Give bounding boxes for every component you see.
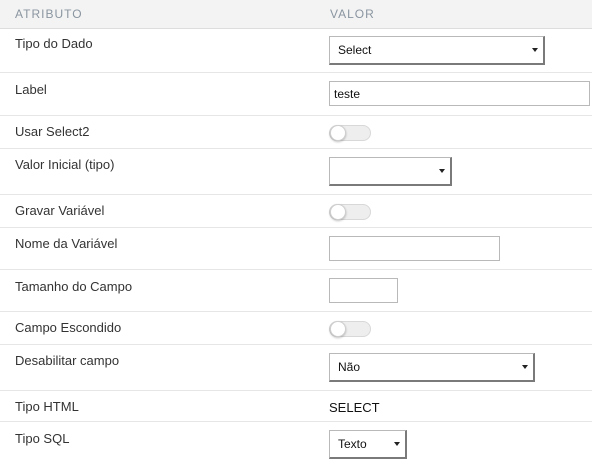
row-label: Usar Select2 [15, 124, 90, 139]
row-label: Tipo SQL [15, 431, 70, 446]
row-tamanho-campo: Tamanho do Campo [0, 270, 592, 312]
row-label: Tipo HTML [15, 399, 79, 414]
row-usar-select2: Usar Select2 [0, 116, 592, 149]
tamanho-campo-input[interactable] [329, 278, 398, 303]
campo-escondido-toggle[interactable] [329, 321, 371, 337]
chevron-down-icon [532, 48, 538, 52]
row-label: Valor Inicial (tipo) [15, 157, 115, 172]
row-tipo-sql: Tipo SQL Texto [0, 422, 592, 466]
usar-select2-toggle[interactable] [329, 125, 371, 141]
row-tipo-do-dado: Tipo do Dado Select [0, 29, 592, 73]
input-value: teste [334, 86, 361, 101]
row-desabilitar-campo: Desabilitar campo Não [0, 345, 592, 391]
row-nome-variavel: Nome da Variável [0, 228, 592, 270]
chevron-down-icon [439, 169, 445, 173]
toggle-knob [330, 204, 346, 220]
chevron-down-icon [522, 365, 528, 369]
nome-variavel-input[interactable] [329, 236, 500, 261]
desabilitar-campo-select[interactable]: Não [329, 353, 535, 382]
header-value: VALOR [330, 7, 375, 21]
tipo-html-value: SELECT [329, 400, 380, 415]
row-label: Campo Escondido [15, 320, 122, 335]
row-gravar-variavel: Gravar Variável [0, 195, 592, 228]
select-value: Texto [338, 437, 367, 451]
attributes-table: ATRIBUTO VALOR Tipo do Dado Select Label… [0, 0, 592, 466]
valor-inicial-select[interactable] [329, 157, 452, 186]
table-header: ATRIBUTO VALOR [0, 0, 592, 29]
row-label-field: Label teste [0, 73, 592, 116]
tipo-do-dado-select[interactable]: Select [329, 36, 545, 65]
row-valor-inicial: Valor Inicial (tipo) [0, 149, 592, 195]
row-tipo-html: Tipo HTML SELECT [0, 391, 592, 422]
select-value: Select [338, 43, 372, 57]
row-label: Gravar Variável [15, 203, 105, 218]
chevron-down-icon [394, 442, 400, 446]
row-campo-escondido: Campo Escondido [0, 312, 592, 345]
toggle-knob [330, 125, 346, 141]
select-value: Não [338, 360, 361, 374]
toggle-knob [330, 321, 346, 337]
tipo-sql-select[interactable]: Texto [329, 430, 407, 459]
row-label: Desabilitar campo [15, 353, 120, 368]
row-label: Label [15, 82, 47, 97]
label-input[interactable]: teste [329, 81, 590, 106]
row-label: Nome da Variável [15, 236, 118, 251]
row-label: Tamanho do Campo [15, 279, 133, 294]
gravar-variavel-toggle[interactable] [329, 204, 371, 220]
row-label: Tipo do Dado [15, 36, 93, 51]
header-attribute: ATRIBUTO [15, 7, 83, 21]
